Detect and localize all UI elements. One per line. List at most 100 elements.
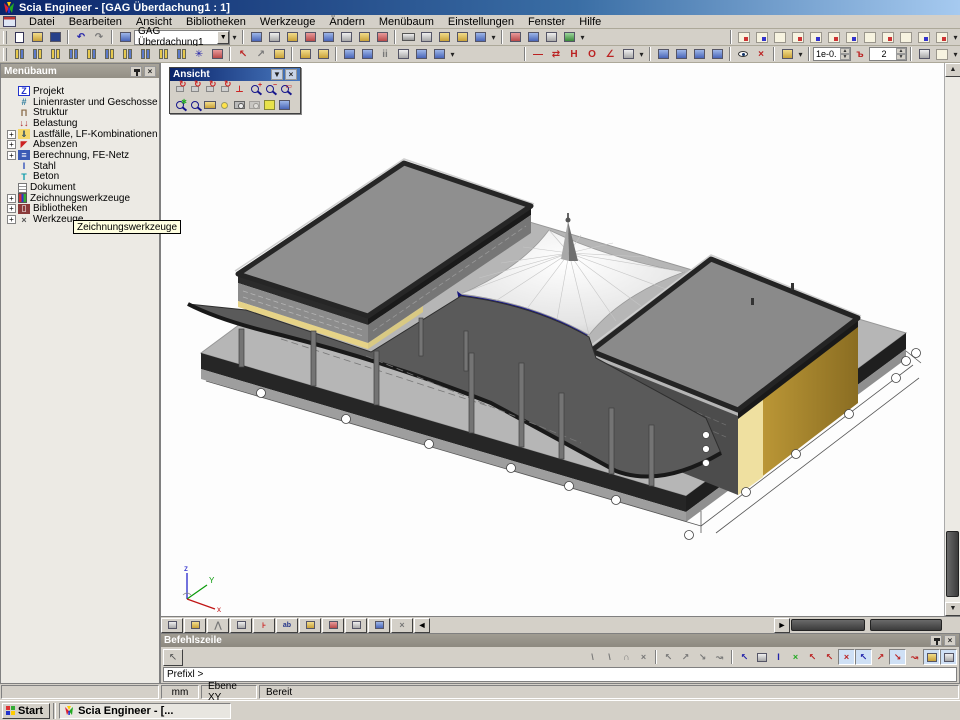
3d-viewport[interactable]: Ansicht ▼ × ⊥ + − ▭ ✱ — [160, 63, 960, 633]
line-icon[interactable]: — — [529, 47, 547, 62]
rotate-x-icon[interactable] — [172, 82, 187, 96]
menu-fenster[interactable]: Fenster — [521, 15, 572, 29]
tree-item-dokument[interactable]: Dokument — [7, 182, 159, 193]
arrow2-icon[interactable]: ↗ — [677, 649, 694, 665]
layout-a-icon[interactable] — [355, 30, 373, 45]
menu-einstellungen[interactable]: Einstellungen — [441, 15, 521, 29]
hscroll-thumb2[interactable] — [870, 619, 942, 631]
tripod-icon[interactable]: ⋀ — [207, 618, 229, 633]
menu-datei[interactable]: Datei — [22, 15, 62, 29]
vscroll-thumb[interactable] — [946, 531, 959, 597]
scale-spinbox[interactable]: 1e-0. ▲▼ — [813, 47, 851, 61]
beam-tool-8-icon[interactable] — [136, 47, 154, 62]
combo-dropdown-icon[interactable]: ▼ — [217, 31, 229, 44]
angle-icon[interactable]: ∠ — [601, 47, 619, 62]
tree-item-bibliotheken[interactable]: +▯Bibliotheken — [7, 204, 159, 215]
beam-tool-6-icon[interactable] — [100, 47, 118, 62]
node-snap-icon[interactable]: ↖ — [821, 649, 838, 665]
beam-h-icon[interactable]: H — [565, 47, 583, 62]
light-icon[interactable] — [217, 98, 232, 112]
dimension-icon[interactable]: ⇄ — [547, 47, 565, 62]
chart-icon[interactable] — [394, 47, 412, 62]
select-red-icon[interactable]: ↖ — [234, 47, 252, 62]
arc-snap-icon[interactable]: ∩ — [618, 649, 635, 665]
activity-grid-icon[interactable] — [542, 30, 560, 45]
length-snap-icon[interactable]: ↝ — [906, 649, 923, 665]
beam-tool-10-icon[interactable] — [172, 47, 190, 62]
view-preset-3-icon[interactable] — [771, 30, 789, 45]
scroll-left-icon[interactable]: ◄ — [414, 618, 430, 633]
tree-item-belastung[interactable]: ↓↓Belastung — [7, 118, 159, 129]
print-preview-icon[interactable] — [417, 30, 435, 45]
rotate-y-icon[interactable] — [187, 82, 202, 96]
beam-tool-4-icon[interactable] — [64, 47, 82, 62]
start-button[interactable]: Start — [2, 703, 50, 719]
pin-icon[interactable] — [130, 66, 142, 77]
gallery-icon[interactable] — [435, 30, 453, 45]
delete-snap-icon[interactable]: × — [635, 649, 652, 665]
view-preset-11-icon[interactable] — [915, 30, 933, 45]
pattern-icon[interactable] — [337, 30, 355, 45]
flag-icon[interactable]: ⊦ — [253, 618, 275, 633]
view-preset-6-icon[interactable] — [825, 30, 843, 45]
ortho-snap-icon[interactable]: ↖ — [855, 649, 872, 665]
circle-icon[interactable]: O — [583, 47, 601, 62]
tree-item-absenzen[interactable]: +◤Absenzen — [7, 139, 159, 150]
folder-open-icon[interactable] — [778, 47, 796, 62]
palette-close-icon[interactable]: × — [285, 69, 297, 80]
activity-blue-icon[interactable] — [524, 30, 542, 45]
beam-tool-2-icon[interactable] — [28, 47, 46, 62]
count-spinbox[interactable]: 2 ▲▼ — [869, 47, 907, 61]
expand-icon[interactable]: + — [7, 151, 16, 160]
select-dropdown-icon[interactable]: ▾ — [448, 50, 457, 59]
expand-icon[interactable]: + — [7, 194, 16, 203]
close-view-icon[interactable]: × — [391, 618, 413, 633]
copy-view-3-icon[interactable] — [690, 47, 708, 62]
activity-red-icon[interactable] — [506, 30, 524, 45]
view-preset-10-icon[interactable] — [897, 30, 915, 45]
pointer-mode-icon[interactable]: ↖ — [163, 649, 183, 666]
expand-icon[interactable]: + — [7, 140, 16, 149]
open-view-icon[interactable] — [202, 98, 217, 112]
menu-bearbeiten[interactable]: Bearbeiten — [62, 15, 129, 29]
rotate-free-icon[interactable] — [217, 82, 232, 96]
zoom-in-icon[interactable]: + — [247, 82, 262, 96]
beam-snap-icon[interactable]: I — [770, 649, 787, 665]
tree-item-stahl[interactable]: IStahl — [7, 161, 159, 172]
abc-check-icon[interactable]: ab — [276, 618, 298, 633]
toolbar-overflow-icon[interactable]: ▾ — [230, 33, 239, 42]
close-icon[interactable]: × — [144, 66, 156, 77]
expand-icon[interactable]: + — [7, 130, 16, 139]
status-units[interactable]: mm — [161, 685, 199, 699]
axis-view-icon[interactable]: ⊥ — [232, 82, 247, 96]
endpoint-snap-icon[interactable]: × — [787, 649, 804, 665]
menu-hilfe[interactable]: Hilfe — [572, 15, 608, 29]
screen-icon[interactable] — [247, 30, 265, 45]
zoom-pair2-icon[interactable] — [358, 47, 376, 62]
tree-item-beton[interactable]: TBeton — [7, 172, 159, 183]
status-plane[interactable]: Ebene XY — [201, 685, 257, 699]
snap-red-icon[interactable]: ъ — [851, 47, 869, 62]
pin-icon[interactable] — [930, 635, 942, 646]
line-snap-icon[interactable]: \ — [584, 649, 601, 665]
palette-dropdown-icon[interactable]: ▼ — [271, 69, 283, 80]
vehicle-icon[interactable] — [208, 47, 226, 62]
tools-icon[interactable] — [322, 618, 344, 633]
scroll-right-icon[interactable]: ► — [774, 618, 790, 633]
tree-item-zeichnungswerkzeuge[interactable]: +Zeichnungswerkzeuge — [7, 193, 159, 204]
view-settings-blue-icon[interactable] — [277, 98, 292, 112]
chart-icon[interactable] — [230, 618, 252, 633]
view-settings-green-icon[interactable] — [262, 98, 277, 112]
window-split-icon[interactable] — [116, 30, 134, 45]
pair3-icon[interactable] — [412, 47, 430, 62]
tree-item-linienraster[interactable]: #Linienraster und Geschosse — [7, 97, 159, 108]
beam-tool-1-icon[interactable] — [10, 47, 28, 62]
info-icon[interactable]: ii — [376, 47, 394, 62]
expand-icon[interactable]: + — [7, 204, 16, 213]
zoom-out-icon[interactable]: − — [262, 82, 277, 96]
midpoint-snap-icon[interactable]: ↖ — [804, 649, 821, 665]
layout-b-icon[interactable] — [373, 30, 391, 45]
arrow1-icon[interactable]: ↖ — [660, 649, 677, 665]
layer-dropdown-icon[interactable]: ▾ — [951, 50, 960, 59]
calculator-icon[interactable] — [265, 30, 283, 45]
